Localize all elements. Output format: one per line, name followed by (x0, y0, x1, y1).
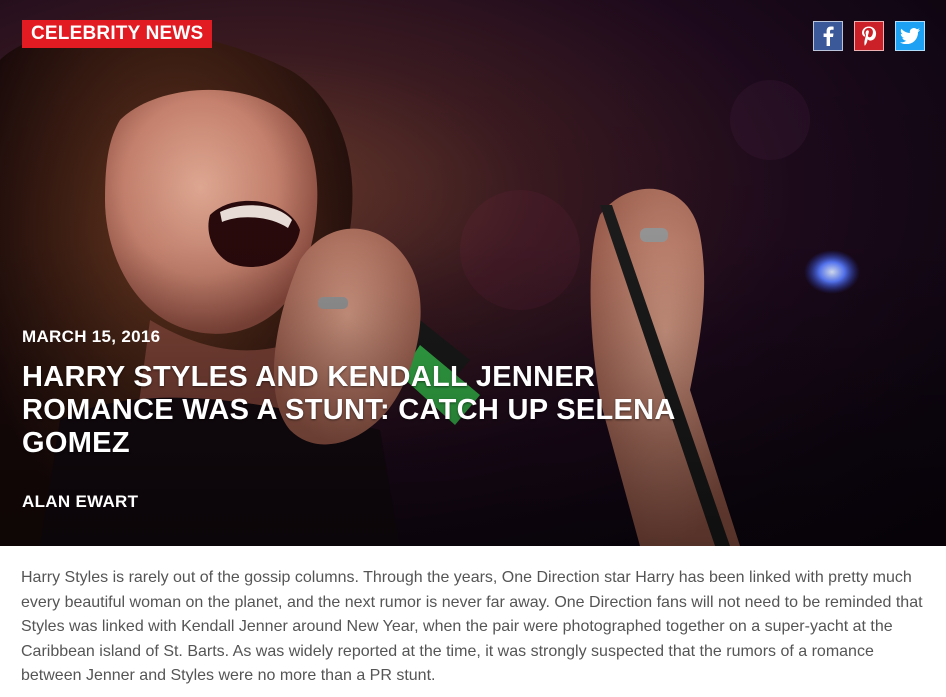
hero-overlay (0, 0, 946, 546)
pinterest-share-button[interactable] (854, 21, 884, 51)
facebook-icon (823, 26, 834, 46)
article-author[interactable]: ALAN EWART (22, 492, 138, 512)
pinterest-icon (862, 26, 877, 46)
social-share-bar (813, 21, 925, 51)
twitter-share-button[interactable] (895, 21, 925, 51)
category-badge[interactable]: CELEBRITY NEWS (22, 20, 213, 48)
hero-section: CELEBRITY NEWS MARCH 15, 2016 HARRY STYL… (0, 0, 946, 546)
article-body: Harry Styles is rarely out of the gossip… (21, 569, 923, 685)
article-headline: HARRY STYLES AND KENDALL JENNER ROMANCE … (22, 361, 675, 459)
article-date: MARCH 15, 2016 (22, 327, 161, 346)
twitter-icon (900, 28, 920, 44)
facebook-share-button[interactable] (813, 21, 843, 51)
